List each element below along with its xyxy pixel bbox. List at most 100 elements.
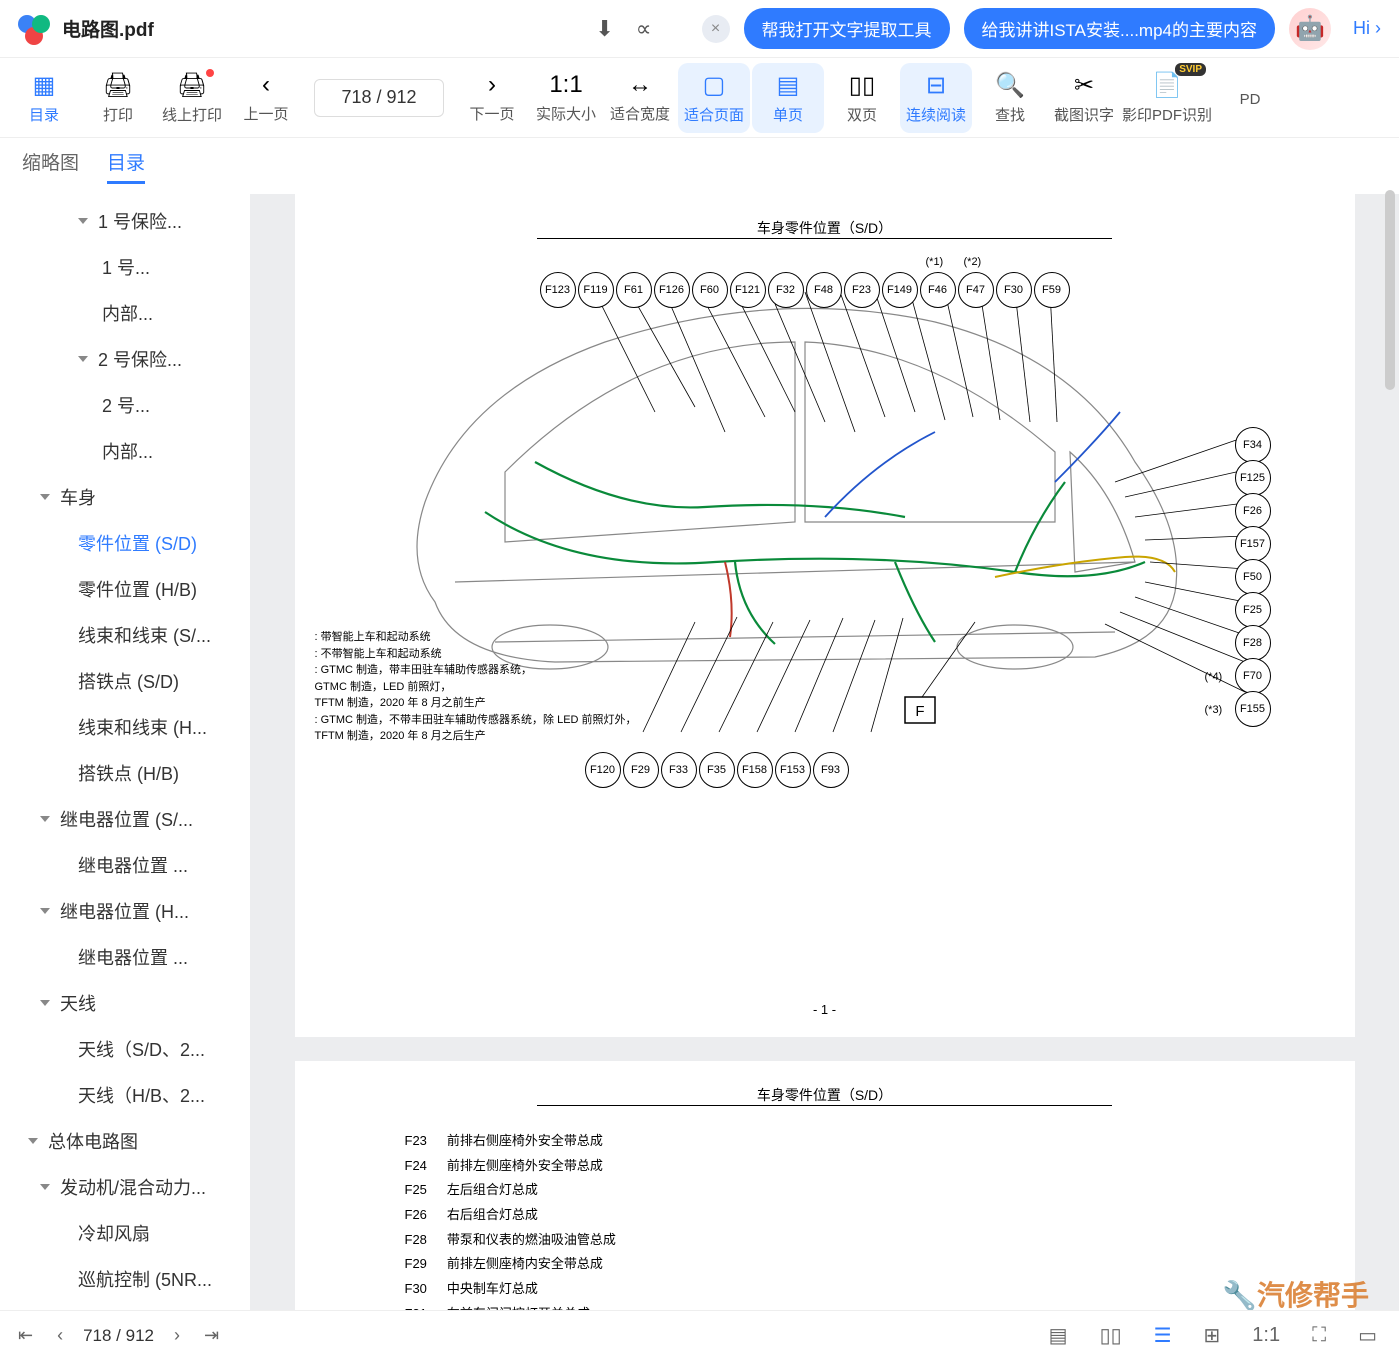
view-double-icon[interactable]: ▯▯	[1096, 1319, 1126, 1352]
caret-down-icon	[40, 908, 50, 914]
pdf-page-2: 车身零件位置（S/D） F23前排右侧座椅外安全带总成F24前排左侧座椅外安全带…	[295, 1061, 1355, 1324]
tab-thumbnails[interactable]: 缩略图	[22, 148, 79, 184]
outline-item[interactable]: 线束和线束 (H...	[0, 704, 250, 750]
outline-item[interactable]: 零件位置 (H/B)	[0, 566, 250, 612]
next-page-icon[interactable]: ›	[174, 1325, 180, 1346]
close-pill-button[interactable]: ×	[702, 15, 730, 43]
tool-label: 打印	[103, 104, 133, 125]
vertical-scrollbar[interactable]	[1385, 190, 1395, 390]
outline-item[interactable]: 继电器位置 (S/...	[0, 796, 250, 842]
parts-list: F23前排右侧座椅外安全带总成F24前排左侧座椅外安全带总成F25左后组合灯总成…	[405, 1129, 1325, 1324]
outline-item[interactable]: 巡航控制 (5NR...	[0, 1256, 250, 1302]
tool-label: 下一页	[469, 103, 514, 124]
parts-row: F30中央制车灯总成	[405, 1277, 1325, 1302]
parts-row: F26右后组合灯总成	[405, 1203, 1325, 1228]
view-mode-icon[interactable]: ▭	[1354, 1319, 1381, 1352]
app-logo	[18, 13, 50, 45]
share-icon[interactable]: ∝	[636, 16, 652, 42]
connector-label: F34	[1235, 427, 1271, 463]
tool-下一页[interactable]: ›下一页	[456, 63, 528, 133]
outline-label: 搭铁点 (S/D)	[78, 668, 179, 694]
outline-item[interactable]: 总体电路图	[0, 1118, 250, 1164]
tool-适合页面[interactable]: ▢适合页面	[678, 63, 750, 133]
tool-上一页[interactable]: ‹上一页	[230, 63, 302, 133]
tool-单页[interactable]: ▤单页	[752, 63, 824, 133]
outline-sidebar[interactable]: 1 号保险...1 号...内部...2 号保险...2 号...内部...车身…	[0, 194, 250, 1324]
tool-icon: ↔	[628, 71, 652, 99]
outline-item[interactable]: 内部...	[0, 428, 250, 474]
tool-截图识字[interactable]: ✂截图识字	[1048, 63, 1120, 133]
view-grid-icon[interactable]: ⊞	[1200, 1319, 1225, 1352]
document-viewport[interactable]: 车身零件位置（S/D）	[250, 194, 1399, 1324]
tab-outline[interactable]: 目录	[107, 148, 145, 184]
tool-icon: ✂	[1074, 71, 1094, 100]
connector-label: F157	[1235, 526, 1271, 562]
outline-item[interactable]: 线束和线束 (S/...	[0, 612, 250, 658]
tool-icon: ▦	[33, 71, 56, 100]
outline-item[interactable]: 1 号...	[0, 244, 250, 290]
hi-label[interactable]: Hi ›	[1353, 18, 1381, 39]
tool-label: 影印PDF识别	[1122, 104, 1212, 125]
connector-label: F48	[806, 272, 842, 308]
outline-item[interactable]: 2 号...	[0, 382, 250, 428]
ai-suggestion-1[interactable]: 帮我打开文字提取工具	[744, 8, 950, 49]
outline-label: 内部...	[102, 300, 153, 326]
outline-item[interactable]: 天线	[0, 980, 250, 1026]
outline-item[interactable]: 天线（S/D、2...	[0, 1026, 250, 1072]
tool-实际大小[interactable]: 1:1实际大小	[530, 63, 602, 133]
outline-item[interactable]: 搭铁点 (S/D)	[0, 658, 250, 704]
tool-线上打印[interactable]: 🖨线上打印	[156, 63, 228, 133]
view-single-icon[interactable]: ▤	[1045, 1319, 1072, 1352]
note-marker: (*1)	[926, 256, 944, 268]
connector-label: F33	[661, 752, 697, 788]
page-indicator[interactable]: 718 / 912	[314, 79, 444, 117]
tool-icon: ▤	[777, 71, 800, 100]
caret-down-icon	[78, 218, 88, 224]
tool-PD[interactable]: PD	[1214, 63, 1286, 133]
outline-item[interactable]: 内部...	[0, 290, 250, 336]
outline-item[interactable]: 继电器位置 ...	[0, 934, 250, 980]
outline-label: 1 号...	[102, 254, 150, 280]
outline-item[interactable]: 发动机/混合动力...	[0, 1164, 250, 1210]
connector-label: F46	[920, 272, 956, 308]
prev-page-icon[interactable]: ‹	[57, 1325, 63, 1346]
download-icon[interactable]: ⬇	[595, 16, 613, 42]
outline-label: 1 号保险...	[98, 208, 182, 234]
view-continuous-icon[interactable]: ☰	[1150, 1319, 1176, 1352]
tool-适合宽度[interactable]: ↔适合宽度	[604, 63, 676, 133]
parts-row: F24前排左侧座椅外安全带总成	[405, 1154, 1325, 1179]
toolbar: ▦目录🖨打印🖨线上打印‹上一页 718 / 912 ›下一页1:1实际大小↔适合宽度…	[0, 58, 1399, 138]
outline-label: 零件位置 (H/B)	[78, 576, 197, 602]
ai-avatar[interactable]: 🤖	[1289, 8, 1331, 50]
outline-item[interactable]: 车身	[0, 474, 250, 520]
tool-打印[interactable]: 🖨打印	[82, 63, 154, 133]
outline-item[interactable]: 天线（H/B、2...	[0, 1072, 250, 1118]
connector-label: F119	[578, 272, 614, 308]
outline-item[interactable]: 搭铁点 (H/B)	[0, 750, 250, 796]
outline-label: 搭铁点 (H/B)	[78, 760, 179, 786]
connector-label: F32	[768, 272, 804, 308]
connector-label: F70	[1235, 658, 1271, 694]
zoom-fit-icon[interactable]: ⛶	[1308, 1320, 1330, 1351]
zoom-actual-icon[interactable]: 1:1	[1248, 1320, 1284, 1351]
tool-影印PDF识别[interactable]: 📄影印PDF识别SVIP	[1122, 63, 1212, 133]
tool-目录[interactable]: ▦目录	[8, 63, 80, 133]
outline-item[interactable]: 零件位置 (S/D)	[0, 520, 250, 566]
outline-item[interactable]: 冷却风扇	[0, 1210, 250, 1256]
tool-icon: ▢	[703, 71, 726, 100]
outline-item[interactable]: 1 号保险...	[0, 198, 250, 244]
tool-双页[interactable]: ▯▯双页	[826, 63, 898, 133]
outline-item[interactable]: 继电器位置 (H...	[0, 888, 250, 934]
outline-item[interactable]: 继电器位置 ...	[0, 842, 250, 888]
caret-down-icon	[40, 1000, 50, 1006]
outline-item[interactable]: 2 号保险...	[0, 336, 250, 382]
tool-查找[interactable]: 🔍查找	[974, 63, 1046, 133]
tool-连续阅读[interactable]: ⊟连续阅读	[900, 63, 972, 133]
last-page-icon[interactable]: ⇥	[204, 1325, 219, 1346]
ai-suggestion-2[interactable]: 给我讲讲ISTA安装....mp4的主要内容	[964, 8, 1276, 49]
connector-label: F26	[1235, 493, 1271, 529]
outline-label: 发动机/混合动力...	[60, 1174, 206, 1200]
note-marker: (*3)	[1205, 704, 1223, 716]
connector-label: F123	[540, 272, 576, 308]
first-page-icon[interactable]: ⇤	[18, 1325, 33, 1346]
